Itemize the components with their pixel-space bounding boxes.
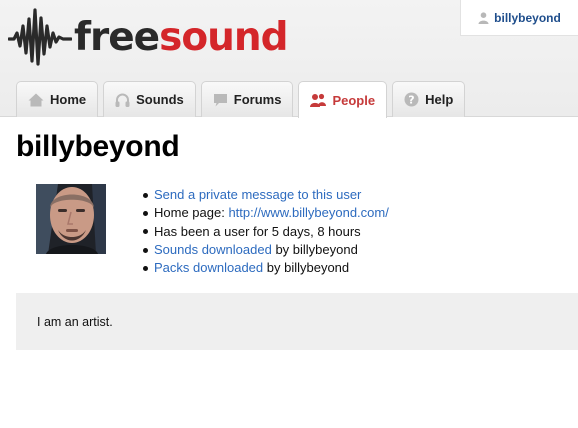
list-item: Has been a user for 5 days, 8 hours [143,223,389,241]
logo-sound-text: sound [159,14,288,60]
tab-forums[interactable]: Forums [200,81,294,117]
user-bio-box: I am an artist. [16,293,578,350]
tab-people-label: People [332,92,376,108]
avatar-photo [36,184,106,254]
tab-help-label: Help [425,92,454,107]
avatar [36,184,106,254]
tab-home[interactable]: Home [16,81,99,117]
packs-by-user-text: by billybeyond [263,260,350,276]
tab-help[interactable]: ? Help [392,81,466,117]
sounds-downloaded-link[interactable]: Sounds downloaded [154,241,272,259]
username-link[interactable]: billybeyond [494,11,561,25]
logo-free-text: free [74,14,160,60]
tab-forums-label: Forums [233,92,282,107]
site-header: freesound billybeyond Home Sounds Forums… [0,0,578,118]
headphones-icon [115,93,130,107]
profile-info-list: Send a private message to this user Home… [143,186,389,277]
svg-text:?: ? [408,93,414,106]
list-item: Send a private message to this user [143,186,389,204]
waveform-icon [8,8,72,66]
user-bio-text: I am an artist. [37,314,113,329]
speech-bubble-icon [213,93,227,106]
user-menu[interactable]: billybeyond [460,0,578,36]
main-nav: Home Sounds Forums People ? Help [16,81,466,118]
user-icon [478,11,489,24]
page-title: billybeyond [16,130,180,163]
home-icon [28,93,44,106]
send-message-link[interactable]: Send a private message to this user [154,186,361,204]
tab-home-label: Home [50,92,87,107]
tab-sounds[interactable]: Sounds [103,81,196,117]
sounds-by-user-text: by billybeyond [271,241,358,257]
packs-downloaded-link[interactable]: Packs downloaded [154,259,263,277]
list-item: Sounds downloaded by billybeyond [143,241,389,259]
list-item: Packs downloaded by billybeyond [143,259,389,277]
people-icon [310,93,327,107]
list-item: Home page: http://www.billybeyond.com/ [143,204,389,222]
logo-text: freesound [74,14,289,60]
freesound-logo[interactable]: freesound [8,6,289,68]
tab-people[interactable]: People [298,81,388,118]
question-icon: ? [404,92,419,107]
home-page-link[interactable]: http://www.billybeyond.com/ [228,204,388,222]
home-page-label: Home page: [154,205,229,221]
member-since-text: Has been a user for 5 days, 8 hours [154,223,361,239]
tab-sounds-label: Sounds [136,92,184,107]
